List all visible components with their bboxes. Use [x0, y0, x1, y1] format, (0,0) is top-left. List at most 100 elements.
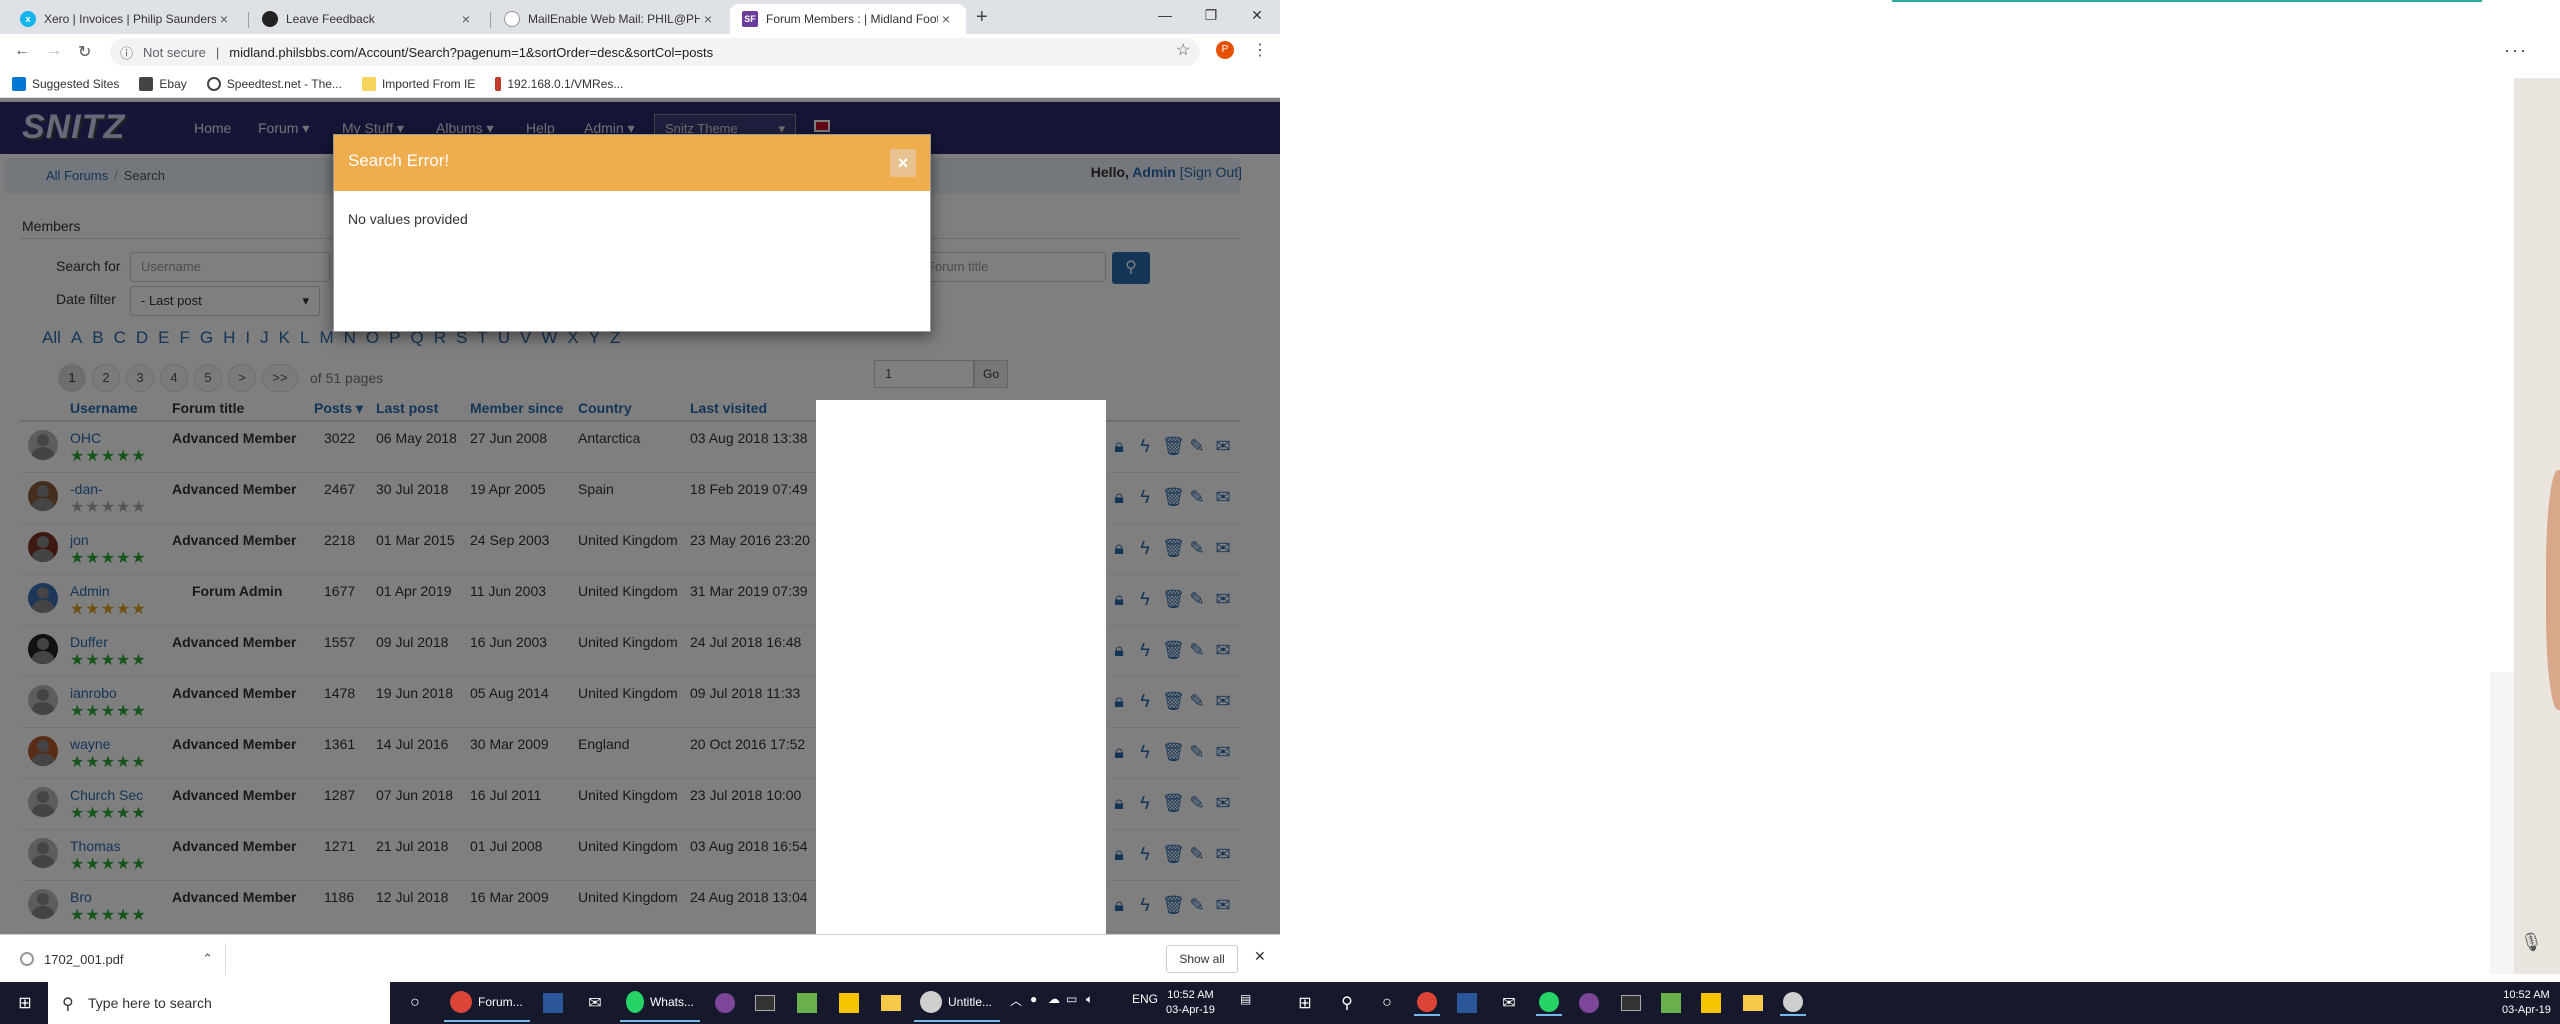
- close-icon[interactable]: ×: [458, 11, 474, 27]
- close-icon[interactable]: ×: [216, 11, 232, 27]
- search-icon[interactable]: ⚲: [1334, 990, 1360, 1016]
- word-icon[interactable]: [1454, 990, 1480, 1016]
- bing-icon: [12, 76, 26, 91]
- cortana-icon[interactable]: ○: [1374, 990, 1400, 1016]
- reload-icon[interactable]: ↻: [78, 42, 91, 62]
- accent-line: [1892, 0, 2482, 2]
- mail-icon[interactable]: ✉: [1496, 990, 1522, 1016]
- tray-chevron-icon[interactable]: ︿: [1010, 992, 1022, 1009]
- chrome-icon: [20, 952, 34, 966]
- tab-title: Leave Feedback: [286, 12, 375, 26]
- whatsapp-icon[interactable]: [1536, 990, 1562, 1016]
- sticky-icon[interactable]: [1698, 990, 1724, 1016]
- address-row: ← → ↻ ⓘ Not secure | midland.philsbbs.co…: [0, 34, 1280, 70]
- volume-icon[interactable]: 🔈︎: [1086, 992, 1093, 1007]
- bookmark-router[interactable]: 192.168.0.1/VMRes...: [495, 76, 623, 91]
- speedtest-icon: [206, 76, 221, 91]
- bookmark-ebay[interactable]: Ebay: [139, 76, 187, 91]
- new-tab-icon[interactable]: +: [976, 6, 988, 29]
- taskbar-untitled[interactable]: Untitle...: [914, 984, 1000, 1022]
- bookmark-imported[interactable]: Imported From IE: [361, 76, 475, 91]
- app-icon: [920, 991, 942, 1013]
- windows-start-icon[interactable]: ⊞: [12, 990, 38, 1016]
- info-icon[interactable]: ⓘ: [120, 43, 133, 62]
- language-indicator[interactable]: ENG: [1132, 992, 1158, 1006]
- url-text[interactable]: midland.philsbbs.com/Account/Search?page…: [229, 45, 713, 60]
- chrome-icon[interactable]: [1414, 990, 1440, 1016]
- terminal-icon[interactable]: [752, 990, 778, 1016]
- dialog-title: Search Error!: [348, 151, 450, 170]
- snitz-icon: SF: [742, 11, 758, 27]
- windows-start-icon[interactable]: ⊞: [1292, 990, 1318, 1016]
- taskbar-left: ⊞ ⚲ Type here to search ○ Forum... ✉ Wha…: [0, 982, 1280, 1024]
- more-options-icon[interactable]: ···: [2504, 40, 2528, 61]
- minimize-icon[interactable]: —: [1142, 0, 1188, 30]
- tab-strip: x Xero | Invoices | Philip Saunders × Le…: [0, 0, 1280, 34]
- tray-app-icon[interactable]: ●: [1030, 992, 1037, 1006]
- dialog-close-button[interactable]: ×: [890, 149, 916, 177]
- taskbar-whatsapp[interactable]: Whats...: [620, 984, 700, 1022]
- chrome-icon: [450, 991, 472, 1013]
- taskbar-chrome-forum[interactable]: Forum...: [444, 984, 530, 1022]
- tab-mail[interactable]: MailEnable Web Mail: PHIL@PHI ×: [492, 4, 728, 34]
- taskbar-search[interactable]: ⚲ Type here to search: [48, 982, 390, 1024]
- chevron-up-icon[interactable]: ⌃: [202, 951, 213, 967]
- side-panel: [2490, 672, 2514, 974]
- download-filename: 1702_001.pdf: [44, 951, 124, 967]
- window-close-icon[interactable]: ✕: [1234, 0, 1280, 30]
- search-icon: ⚲: [62, 996, 74, 1013]
- tab-title: Forum Members : | Midland Foot: [766, 12, 938, 26]
- photo-fragment: [2546, 470, 2560, 710]
- clock[interactable]: 10:52 AM 03-Apr-19: [1166, 988, 1215, 1018]
- microphone-icon[interactable]: 🎙︎: [2520, 932, 2543, 953]
- security-label: Not secure: [143, 44, 206, 60]
- clock[interactable]: 10:52 AM 03-Apr-19: [2502, 988, 2551, 1018]
- show-all-button[interactable]: Show all: [1166, 945, 1238, 973]
- page-icon: [504, 11, 520, 27]
- dialog-header: Search Error! ×: [334, 135, 930, 191]
- mail-icon[interactable]: ✉: [582, 990, 608, 1016]
- tab-title: MailEnable Web Mail: PHIL@PHI: [528, 12, 700, 26]
- bookmark-speedtest[interactable]: Speedtest.net - The...: [206, 76, 342, 91]
- back-icon[interactable]: ←: [14, 42, 30, 60]
- search-error-dialog: Search Error! × No values provided: [333, 134, 931, 332]
- download-shelf: 1702_001.pdf ⌃ Show all ✕: [0, 934, 1280, 982]
- left-monitor: x Xero | Invoices | Philip Saunders × Le…: [0, 0, 1280, 1024]
- dialog-message: No values provided: [348, 211, 468, 227]
- download-item[interactable]: 1702_001.pdf ⌃: [12, 943, 226, 975]
- bookmark-star-icon[interactable]: ☆: [1176, 40, 1190, 60]
- cortana-icon[interactable]: ○: [402, 990, 428, 1016]
- close-icon[interactable]: ×: [700, 11, 716, 27]
- close-icon[interactable]: ×: [938, 11, 954, 27]
- tab-xero[interactable]: x Xero | Invoices | Philip Saunders ×: [8, 4, 244, 34]
- paint-icon[interactable]: [794, 990, 820, 1016]
- file-explorer-icon[interactable]: [878, 990, 904, 1016]
- word-icon[interactable]: [540, 990, 566, 1016]
- paint-icon[interactable]: [1658, 990, 1684, 1016]
- sticky-icon[interactable]: [836, 990, 862, 1016]
- shelf-close-icon[interactable]: ✕: [1254, 948, 1266, 965]
- cloud-icon[interactable]: ☁: [1048, 992, 1060, 1006]
- ebay-icon: [139, 76, 154, 91]
- profile-avatar[interactable]: P: [1216, 41, 1234, 59]
- app-icon[interactable]: [1780, 990, 1806, 1016]
- terminal-icon[interactable]: [1618, 990, 1644, 1016]
- tor-icon[interactable]: [1576, 990, 1602, 1016]
- bookmark-suggested[interactable]: Suggested Sites: [12, 76, 119, 91]
- xero-icon: x: [20, 11, 36, 27]
- menu-icon[interactable]: ⋮: [1252, 40, 1268, 60]
- right-monitor: ··· 🎙︎ ⊞ ⚲ ○ ✉ 10:52 AM 03-Apr-19: [1280, 0, 2560, 1024]
- network-icon[interactable]: ▭: [1066, 992, 1077, 1006]
- whatsapp-icon: [626, 991, 644, 1013]
- tor-icon[interactable]: [712, 990, 738, 1016]
- tab-title: Xero | Invoices | Philip Saunders: [44, 12, 216, 26]
- restore-icon[interactable]: ❐: [1188, 0, 1234, 30]
- notifications-icon[interactable]: ▤: [1240, 992, 1251, 1006]
- forward-icon[interactable]: →: [46, 42, 62, 60]
- folder-icon: [361, 76, 376, 91]
- address-bar[interactable]: ⓘ Not secure | midland.philsbbs.com/Acco…: [110, 38, 1200, 66]
- tab-feedback[interactable]: Leave Feedback ×: [250, 4, 486, 34]
- file-explorer-icon[interactable]: [1740, 990, 1766, 1016]
- tab-forum-members[interactable]: SF Forum Members : | Midland Foot ×: [730, 4, 966, 34]
- taskbar-right: ⊞ ⚲ ○ ✉ 10:52 AM 03-Apr-19: [1280, 982, 2560, 1024]
